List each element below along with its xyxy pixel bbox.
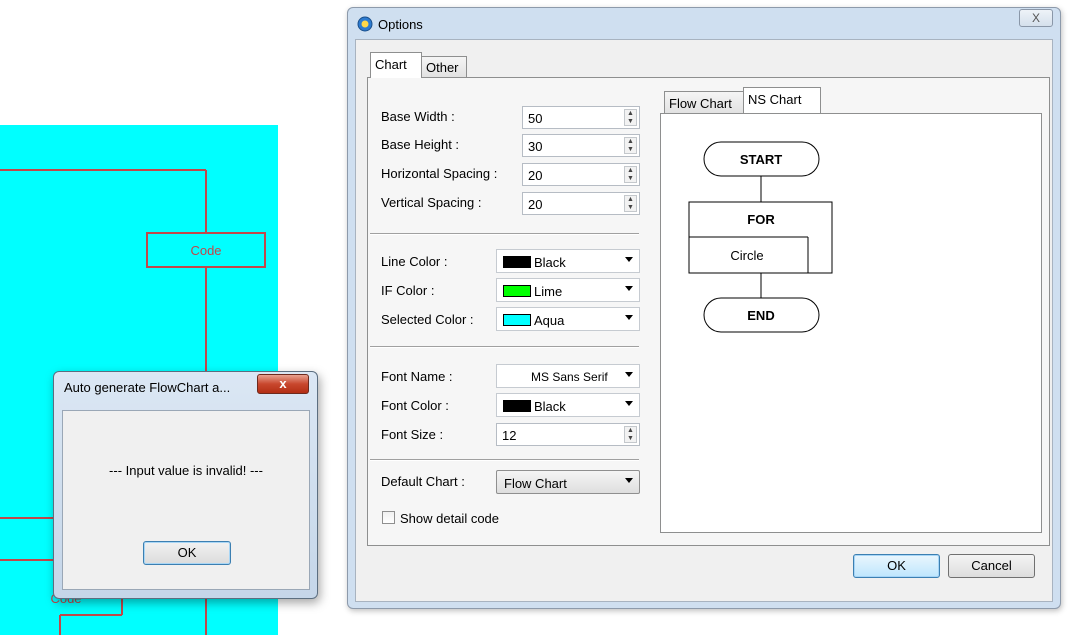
default-chart-label: Default Chart : xyxy=(381,474,465,489)
message-box-content: --- Input value is invalid! --- OK xyxy=(62,410,310,590)
chevron-down-icon xyxy=(625,286,633,291)
base-width-stepper[interactable]: 50 ▲ ▼ xyxy=(522,106,640,129)
if-color-label: IF Color : xyxy=(381,283,435,298)
chevron-down-icon xyxy=(625,372,633,377)
font-color-label: Font Color : xyxy=(381,398,449,413)
desktop: Code Code Auto generate FlowChart a... x… xyxy=(0,0,1076,635)
selected-color-value: Aqua xyxy=(534,313,565,328)
message-box: Auto generate FlowChart a... x --- Input… xyxy=(53,371,318,599)
line-color-label: Line Color : xyxy=(381,254,448,269)
vertical-spacing-stepper[interactable]: 20 ▲ ▼ xyxy=(522,192,640,215)
cancel-button[interactable]: Cancel xyxy=(948,554,1035,578)
separator xyxy=(370,233,639,235)
separator xyxy=(370,459,639,461)
font-color-swatch xyxy=(503,400,531,412)
if-color-value: Lime xyxy=(534,284,563,299)
base-height-value: 30 xyxy=(528,139,543,154)
close-icon: X xyxy=(1031,11,1040,25)
horizontal-spacing-stepper[interactable]: 20 ▲ ▼ xyxy=(522,163,640,186)
default-chart-value: Flow Chart xyxy=(504,476,567,491)
show-detail-code-checkbox[interactable] xyxy=(382,511,395,524)
selected-color-label: Selected Color : xyxy=(381,312,474,327)
font-color-select[interactable]: Black xyxy=(496,393,640,417)
start-label: START xyxy=(740,152,782,167)
tab-flow-chart[interactable]: Flow Chart xyxy=(664,91,744,113)
message-box-title: Auto generate FlowChart a... xyxy=(64,380,231,395)
spin-arrows-icon[interactable]: ▲ ▼ xyxy=(624,137,637,154)
base-width-label: Base Width : xyxy=(381,109,455,124)
vertical-spacing-label: Vertical Spacing : xyxy=(381,195,482,210)
if-color-swatch xyxy=(503,285,531,297)
ns-chart-preview: START FOR Circle END xyxy=(688,141,833,333)
spin-arrows-icon[interactable]: ▲ ▼ xyxy=(624,109,637,126)
for-label: FOR xyxy=(747,212,775,227)
vertical-spacing-value: 20 xyxy=(528,197,543,212)
chevron-down-icon xyxy=(625,478,633,483)
horizontal-spacing-label: Horizontal Spacing : xyxy=(381,166,498,181)
tab-ns-chart[interactable]: NS Chart xyxy=(743,87,821,113)
chevron-down-icon xyxy=(625,257,633,262)
close-icon: x xyxy=(279,376,287,391)
selected-color-select[interactable]: Aqua xyxy=(496,307,640,331)
spin-arrows-icon[interactable]: ▲ ▼ xyxy=(624,426,637,443)
font-size-stepper[interactable]: 12 ▲ ▼ xyxy=(496,423,640,446)
line-color-select[interactable]: Black xyxy=(496,249,640,273)
base-width-value: 50 xyxy=(528,111,543,126)
tab-other[interactable]: Other xyxy=(421,56,467,77)
spin-arrows-icon[interactable]: ▲ ▼ xyxy=(624,195,637,212)
font-name-value: MS Sans Serif xyxy=(531,370,608,384)
ok-button[interactable]: OK xyxy=(853,554,940,578)
line-color-value: Black xyxy=(534,255,566,270)
message-text: --- Input value is invalid! --- xyxy=(109,463,263,478)
base-height-stepper[interactable]: 30 ▲ ▼ xyxy=(522,134,640,157)
font-color-value: Black xyxy=(534,399,566,414)
default-chart-select[interactable]: Flow Chart xyxy=(496,470,640,494)
options-dialog-title: Options xyxy=(378,17,423,32)
line-color-swatch xyxy=(503,256,531,268)
chevron-down-icon xyxy=(625,401,633,406)
spin-arrows-icon[interactable]: ▲ ▼ xyxy=(624,166,637,183)
code-node-label: Code xyxy=(190,243,221,258)
selected-color-swatch xyxy=(503,314,531,326)
tab-chart[interactable]: Chart xyxy=(370,52,422,78)
font-size-label: Font Size : xyxy=(381,427,444,442)
horizontal-spacing-value: 20 xyxy=(528,168,543,183)
show-detail-code-label[interactable]: Show detail code xyxy=(400,511,499,526)
circle-label: Circle xyxy=(730,248,763,263)
end-label: END xyxy=(747,308,774,323)
app-icon xyxy=(357,16,373,32)
base-height-label: Base Height : xyxy=(381,137,460,152)
if-color-select[interactable]: Lime xyxy=(496,278,640,302)
message-box-close-button[interactable]: x xyxy=(257,374,309,394)
separator xyxy=(370,346,639,348)
font-name-select[interactable]: MS Sans Serif xyxy=(496,364,640,388)
options-close-button[interactable]: X xyxy=(1019,9,1053,27)
message-box-ok-button[interactable]: OK xyxy=(143,541,231,565)
font-name-label: Font Name : xyxy=(381,369,453,384)
chevron-down-icon xyxy=(625,315,633,320)
font-size-value: 12 xyxy=(502,428,517,443)
